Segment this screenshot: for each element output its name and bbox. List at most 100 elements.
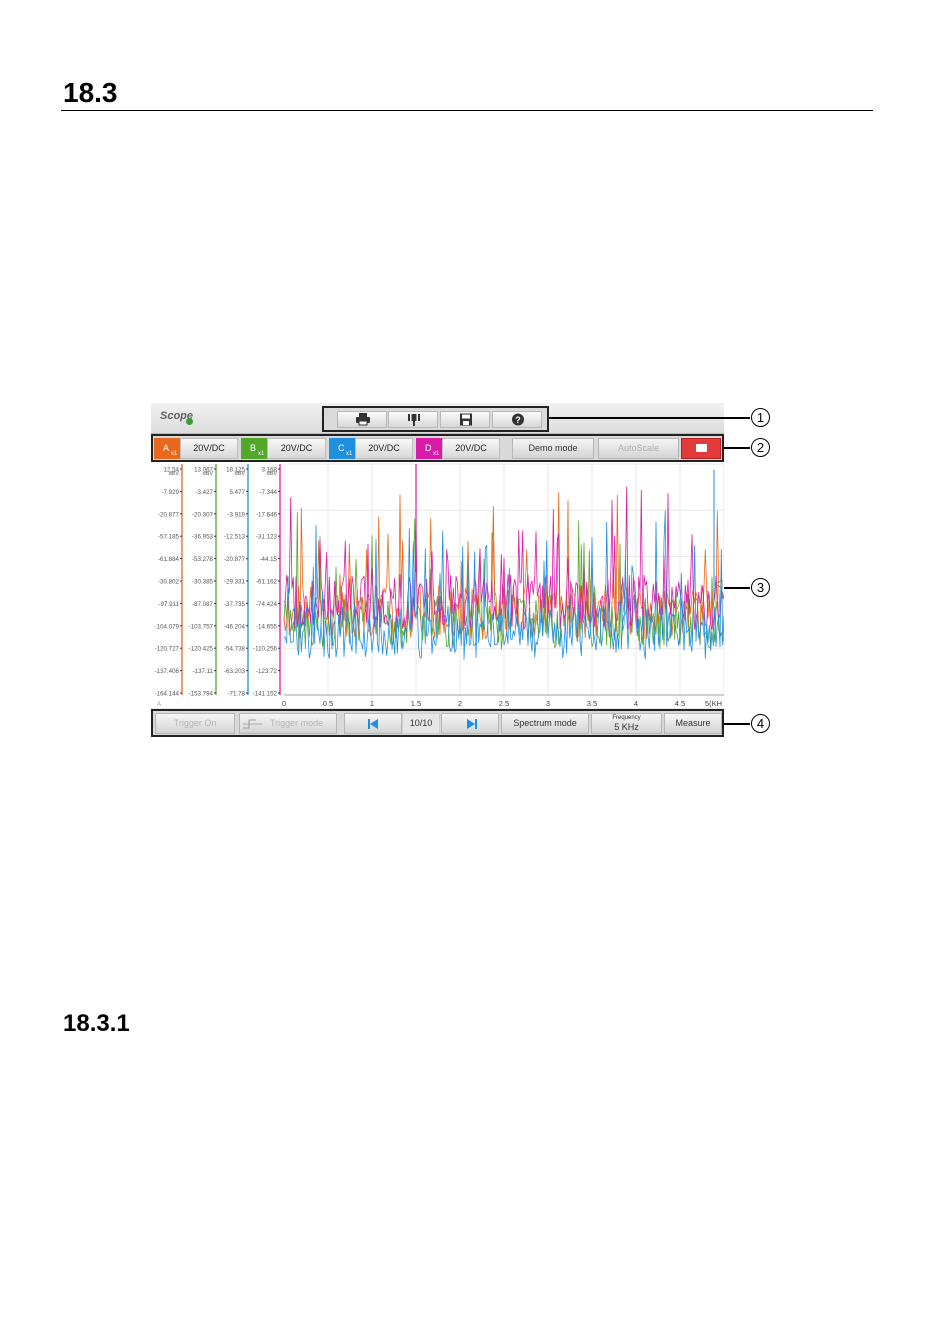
y-tick-label: -61.884	[158, 556, 180, 563]
trigger-mode-label: Trigger mode	[270, 718, 324, 728]
channel-d-scale[interactable]: 20V/DC	[442, 438, 500, 459]
channel-b-scale[interactable]: 20V/DC	[267, 438, 326, 459]
y-tick-label: -17.646	[256, 511, 278, 518]
y-tick-label: -97.911	[158, 601, 179, 608]
marker-button[interactable]	[388, 411, 438, 428]
y-tick-label: -123.72	[256, 668, 278, 675]
heading-rule	[61, 110, 873, 111]
help-icon: ?	[512, 413, 524, 426]
y-tick-label: -30.802	[158, 579, 180, 586]
spectrum-chart: 1 2.5 4 -7.929 -20.877 -57.185 -61.884 -30.802 -…	[155, 463, 724, 708]
trigger-edge-icon	[243, 719, 262, 729]
demo-mode-button[interactable]: Demo mode	[512, 438, 594, 459]
y-tick-label: -141.152	[253, 691, 278, 698]
toolbar: ?	[322, 406, 549, 432]
y-tick-label: -14.655	[256, 623, 278, 630]
y-tick-label: -31.123	[256, 534, 278, 541]
print-button[interactable]	[337, 411, 387, 428]
callout-4: 4	[751, 714, 770, 733]
y-tick-label: -12.513	[224, 534, 246, 541]
next-page-button[interactable]	[441, 713, 499, 734]
y-tick-label: -53.278	[192, 556, 214, 563]
frequency-button[interactable]: Frequency 5 KHz	[591, 713, 662, 734]
y-tick-label: -164.144	[155, 691, 180, 698]
channel-bar: Ax1 20V/DC Bx1 20V/DC Cx1 20V/DC Dx1 20V…	[151, 434, 724, 462]
x-tick-label: 2	[458, 699, 462, 708]
help-button[interactable]: ?	[492, 411, 542, 428]
x-tick-label: 3.5	[587, 699, 597, 708]
page-indicator: 10/10	[402, 713, 440, 734]
y-tick-label: 5.477	[230, 489, 246, 496]
y-tick-label: -87.087	[192, 601, 214, 608]
save-button[interactable]	[440, 411, 490, 428]
spectrum-plot: 1 2.5 4 -7.929 -20.877 -57.185 -61.884 -30.802 -…	[151, 462, 724, 708]
marker-icon	[408, 414, 420, 426]
trigger-mode-button[interactable]: Trigger mode	[239, 713, 337, 734]
y-tick-label: -120.727	[155, 646, 180, 653]
skip-back-icon	[368, 719, 378, 729]
y-tick-label: -74.424	[256, 601, 278, 608]
prev-page-button[interactable]	[344, 713, 402, 734]
probe-factor: x1	[258, 451, 265, 457]
x-tick-label: 3	[546, 699, 550, 708]
subsection-heading: 18.3.1	[63, 1010, 130, 1037]
y-tick-label: -36.953	[192, 534, 214, 541]
unit-label: dBV	[203, 471, 214, 477]
unit-label: dBV	[235, 471, 246, 477]
channel-c-tag[interactable]: Cx1	[329, 438, 355, 459]
x-tick-label: 4.5	[675, 699, 685, 708]
frequency-value: 5 KHz	[614, 722, 639, 732]
y-tick-label: -54.738	[224, 646, 246, 653]
y-tick-label: -153.794	[189, 691, 214, 698]
channel-c-scale[interactable]: 20V/DC	[355, 438, 413, 459]
bottom-bar: Trigger On Trigger mode 10/10 Spectrum m…	[151, 709, 724, 737]
callout-line	[724, 587, 750, 589]
frequency-label: Frequency	[612, 715, 641, 721]
y-tick-label: -110.256	[253, 646, 278, 653]
y-tick-label: -104.079	[155, 623, 180, 630]
x-tick-label: 5(KH	[705, 699, 722, 708]
y-tick-label: -20.877	[158, 511, 180, 518]
status-dot-icon	[186, 418, 193, 425]
y-tick-label: -7.929	[161, 489, 179, 496]
y-tick-label: -37.735	[224, 601, 246, 608]
y-tick-label: -71.78	[227, 691, 245, 698]
unit-label: dBV	[267, 471, 278, 477]
measure-button[interactable]: Measure	[664, 713, 722, 734]
y-tick-label: -120.425	[189, 646, 214, 653]
section-heading: 18.3	[63, 77, 118, 108]
probe-factor: x1	[346, 451, 353, 457]
y-tick-label: -57.185	[158, 534, 180, 541]
y-tick-label: -20.307	[192, 511, 214, 518]
y-tick-label: -61.162	[256, 579, 278, 586]
x-tick-label: 2.5	[499, 699, 509, 708]
y-tick-label: -20.877	[224, 556, 246, 563]
channel-b-tag[interactable]: Bx1	[241, 438, 267, 459]
spectrum-mode-button[interactable]: Spectrum mode	[501, 713, 589, 734]
callout-2: 2	[751, 438, 770, 457]
callout-line	[549, 417, 750, 419]
autoscale-button[interactable]: AutoScale	[598, 438, 679, 459]
y-tick-label: -30.385	[192, 579, 214, 586]
y-tick-label: -137.406	[155, 668, 180, 675]
x-tick-label: 0.5	[323, 699, 333, 708]
trigger-on-button[interactable]: Trigger On	[155, 713, 235, 734]
y-tick-label: -137.11	[192, 668, 213, 675]
x-tick-label: 4	[634, 699, 638, 708]
stop-button[interactable]	[681, 438, 721, 459]
callout-line	[724, 723, 750, 725]
x-tick-label: 1.5	[411, 699, 421, 708]
y-tick-label: -63.203	[224, 668, 246, 675]
y-tick-label: -46.204	[224, 623, 246, 630]
y-tick-label: -29.331	[224, 579, 246, 586]
channel-letter: A	[163, 443, 170, 453]
channel-a-tag[interactable]: Ax1	[154, 438, 180, 459]
scope-screenshot: Scope ? A x1 20V/DC B x1 20V/DC C x1 20V…	[151, 403, 724, 737]
channel-a-scale[interactable]: 20V/DC	[180, 438, 238, 459]
skip-forward-icon	[467, 719, 477, 729]
channel-d-tag[interactable]: Dx1	[416, 438, 442, 459]
channel-letter: C	[338, 443, 345, 453]
y-tick-label: -44.15	[259, 556, 277, 563]
unit-label: dBV	[169, 471, 180, 477]
svg-text:?: ?	[515, 415, 521, 425]
